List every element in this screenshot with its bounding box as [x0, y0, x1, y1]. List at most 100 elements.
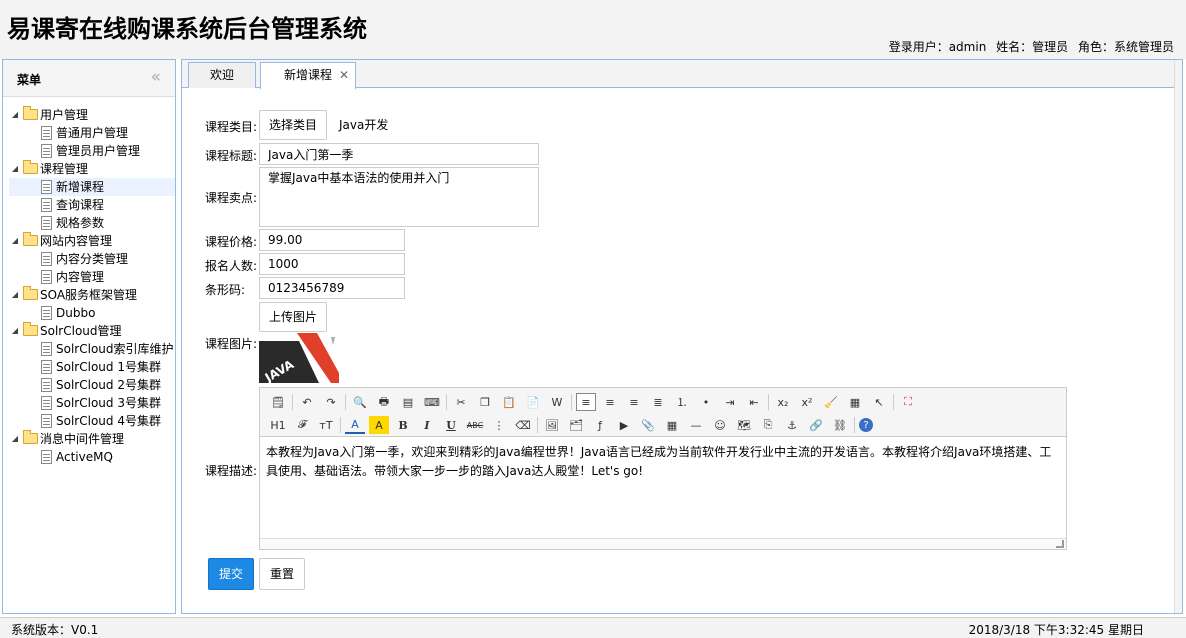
expand-arrow-icon[interactable]: ◢: [9, 322, 21, 340]
close-icon[interactable]: ✕: [339, 63, 349, 87]
course-image-thumbnail[interactable]: JAVA: [259, 333, 339, 383]
redo-icon[interactable]: ↷: [321, 393, 341, 411]
tree-group[interactable]: ◢ 用户管理: [9, 106, 175, 124]
tree-item[interactable]: 管理员用户管理: [9, 142, 175, 160]
flash-icon[interactable]: ƒ: [590, 416, 610, 434]
enroll-input[interactable]: [259, 253, 405, 275]
superscript-icon[interactable]: x²: [797, 393, 817, 411]
attachment-icon[interactable]: 📎: [638, 416, 658, 434]
tree-item[interactable]: 新增课程: [9, 178, 175, 196]
price-input[interactable]: [259, 229, 405, 251]
tree-group[interactable]: ◢ 网站内容管理: [9, 232, 175, 250]
clear-format-icon[interactable]: 🧹: [821, 393, 841, 411]
template-icon[interactable]: ▤: [398, 393, 418, 411]
submit-button[interactable]: 提交: [208, 558, 254, 590]
page-break-icon[interactable]: ⎘: [758, 416, 778, 434]
heading-icon[interactable]: H1: [268, 416, 288, 434]
select-icon[interactable]: ↖: [869, 393, 889, 411]
tree-item[interactable]: SolrCloud 3号集群: [9, 394, 175, 412]
strikethrough-icon[interactable]: ABC: [465, 416, 485, 434]
selling-point-textarea[interactable]: 掌握Java中基本语法的使用并入门: [259, 167, 539, 227]
tree-item-label: 规格参数: [56, 216, 105, 230]
italic-icon[interactable]: I: [417, 416, 437, 434]
hr-icon[interactable]: —: [686, 416, 706, 434]
upload-image-button[interactable]: 上传图片: [259, 302, 328, 332]
tree-item[interactable]: SolrCloud索引库维护: [9, 340, 175, 358]
tree-item[interactable]: Dubbo: [9, 304, 175, 322]
print-icon[interactable]: 🖶: [374, 393, 394, 411]
table-icon[interactable]: ▦: [662, 416, 682, 434]
tree-item[interactable]: 查询课程: [9, 196, 175, 214]
tree-group-label: SolrCloud管理: [40, 324, 122, 338]
highlight-icon[interactable]: A: [369, 416, 389, 434]
tree-item-label: SolrCloud 3号集群: [56, 396, 161, 410]
remove-format-icon[interactable]: ⌫: [513, 416, 533, 434]
tree-item[interactable]: SolrCloud 1号集群: [9, 358, 175, 376]
align-left-icon[interactable]: ≡: [576, 393, 596, 411]
tree-item[interactable]: 内容分类管理: [9, 250, 175, 268]
tree-group[interactable]: ◢ 课程管理: [9, 160, 175, 178]
cut-icon[interactable]: ✂: [451, 393, 471, 411]
link-icon[interactable]: 🔗: [806, 416, 826, 434]
underline-icon[interactable]: U: [441, 416, 461, 434]
collapse-icon[interactable]: «: [151, 67, 161, 87]
font-size-icon[interactable]: тT: [316, 416, 336, 434]
expand-arrow-icon[interactable]: ◢: [9, 106, 21, 124]
tree-group[interactable]: ◢ SolrCloud管理: [9, 322, 175, 340]
undo-icon[interactable]: ↶: [297, 393, 317, 411]
bold-icon[interactable]: B: [393, 416, 413, 434]
expand-arrow-icon[interactable]: ◢: [9, 232, 21, 250]
tab-welcome[interactable]: 欢迎: [188, 62, 256, 88]
tree-group[interactable]: ◢ 消息中间件管理: [9, 430, 175, 448]
unlink-icon[interactable]: ⛓: [830, 416, 850, 434]
tree-item[interactable]: 普通用户管理: [9, 124, 175, 142]
align-justify-icon[interactable]: ≣: [648, 393, 668, 411]
editor-resize-bar[interactable]: [260, 538, 1066, 549]
select-category-button[interactable]: 选择类目: [259, 110, 328, 140]
description-editor-content[interactable]: 本教程为Java入门第一季，欢迎来到精彩的Java编程世界！Java语言已经成为…: [266, 443, 1062, 481]
tree-group[interactable]: ◢ SOA服务框架管理: [9, 286, 175, 304]
tree-item[interactable]: SolrCloud 4号集群: [9, 412, 175, 430]
resize-handle-icon[interactable]: [1056, 540, 1064, 548]
help-icon[interactable]: ?: [859, 418, 873, 432]
line-height-icon[interactable]: ⋮: [489, 416, 509, 434]
tree-item[interactable]: 内容管理: [9, 268, 175, 286]
anchor-icon[interactable]: ⚓: [782, 416, 802, 434]
subscript-icon[interactable]: x₂: [773, 393, 793, 411]
font-family-icon[interactable]: 𝓕: [292, 416, 312, 434]
reset-button[interactable]: 重置: [259, 558, 305, 590]
barcode-input[interactable]: [259, 277, 405, 299]
tree-item[interactable]: SolrCloud 2号集群: [9, 376, 175, 394]
multi-image-icon[interactable]: 🗂: [566, 416, 586, 434]
vertical-scrollbar[interactable]: [1174, 60, 1182, 613]
expand-arrow-icon[interactable]: ◢: [9, 286, 21, 304]
select-all-icon[interactable]: ▦: [845, 393, 865, 411]
align-center-icon[interactable]: ≡: [600, 393, 620, 411]
image-icon[interactable]: 🖼: [542, 416, 562, 434]
map-icon[interactable]: 🗺: [734, 416, 754, 434]
preview-icon[interactable]: 🔍: [350, 393, 370, 411]
tree-item[interactable]: 规格参数: [9, 214, 175, 232]
paste-plain-icon[interactable]: 📄: [523, 393, 543, 411]
ordered-list-icon[interactable]: ⒈: [672, 393, 692, 411]
copy-icon[interactable]: ❐: [475, 393, 495, 411]
fullscreen-icon[interactable]: ⛶: [898, 393, 918, 411]
paste-icon[interactable]: 📋: [499, 393, 519, 411]
paste-word-icon[interactable]: W: [547, 393, 567, 411]
font-color-icon[interactable]: A: [345, 416, 365, 434]
code-icon[interactable]: ⌨: [422, 393, 442, 411]
tab-add-course[interactable]: 新增课程 ✕: [260, 62, 356, 89]
expand-arrow-icon[interactable]: ◢: [9, 430, 21, 448]
source-icon[interactable]: 🗒: [268, 393, 288, 411]
file-icon: [41, 396, 52, 410]
media-icon[interactable]: ▶: [614, 416, 634, 434]
indent-icon[interactable]: ⇥: [720, 393, 740, 411]
expand-arrow-icon[interactable]: ◢: [9, 160, 21, 178]
title-input[interactable]: [259, 143, 539, 165]
unordered-list-icon[interactable]: •: [696, 393, 716, 411]
tree-item[interactable]: ActiveMQ: [9, 448, 175, 466]
align-right-icon[interactable]: ≡: [624, 393, 644, 411]
file-icon: [41, 378, 52, 392]
outdent-icon[interactable]: ⇤: [744, 393, 764, 411]
emoticon-icon[interactable]: ☺: [710, 416, 730, 434]
